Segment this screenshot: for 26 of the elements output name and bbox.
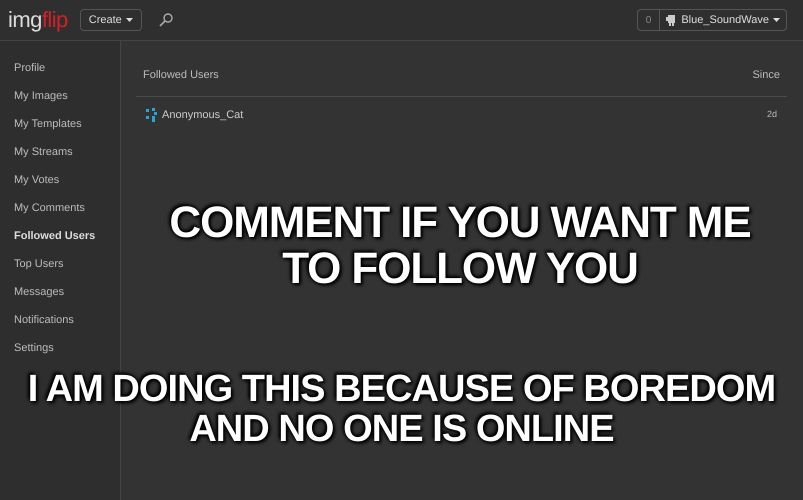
column-header: Followed Users [143,68,219,83]
bottom-caption: I AM DOING THIS BECAUSE OF BOREDOM AND NO ONE IS ONLINE [26,370,776,450]
top-caption: COMMENT IF YOU WANT ME TO FOLLOW YOU [168,200,752,292]
sidebar-item[interactable]: My Comments [14,201,85,216]
notification-count[interactable]: 0 [638,10,660,30]
sidebar-item[interactable]: Profile [14,61,46,76]
sidebar-item[interactable]: My Templates [14,117,82,132]
sidebar-item[interactable]: Settings [14,341,54,356]
sidebar-item[interactable]: Followed Users [14,229,96,244]
create-button[interactable]: Create [80,9,142,31]
user-menu-button[interactable]: Blue_SoundWave [660,10,786,30]
sidebar-item[interactable]: My Streams [14,145,73,160]
sidebar-item[interactable]: Notifications [14,313,74,328]
logo[interactable]: imgflip [8,9,68,31]
user-avatar-icon [146,108,158,122]
avatar-icon [666,14,678,26]
sidebar-item[interactable]: My Votes [14,173,60,188]
since-text: 2d [766,108,777,121]
caret-icon [773,18,780,22]
user-link[interactable]: Anonymous_Cat [162,106,244,123]
search-icon[interactable] [158,12,174,28]
sidebar-item[interactable]: My Images [14,89,68,104]
caret-icon [126,18,133,22]
column-header: Since [752,68,780,83]
sidebar-item[interactable]: Messages [14,285,64,300]
sidebar-item[interactable]: Top Users [14,257,64,272]
